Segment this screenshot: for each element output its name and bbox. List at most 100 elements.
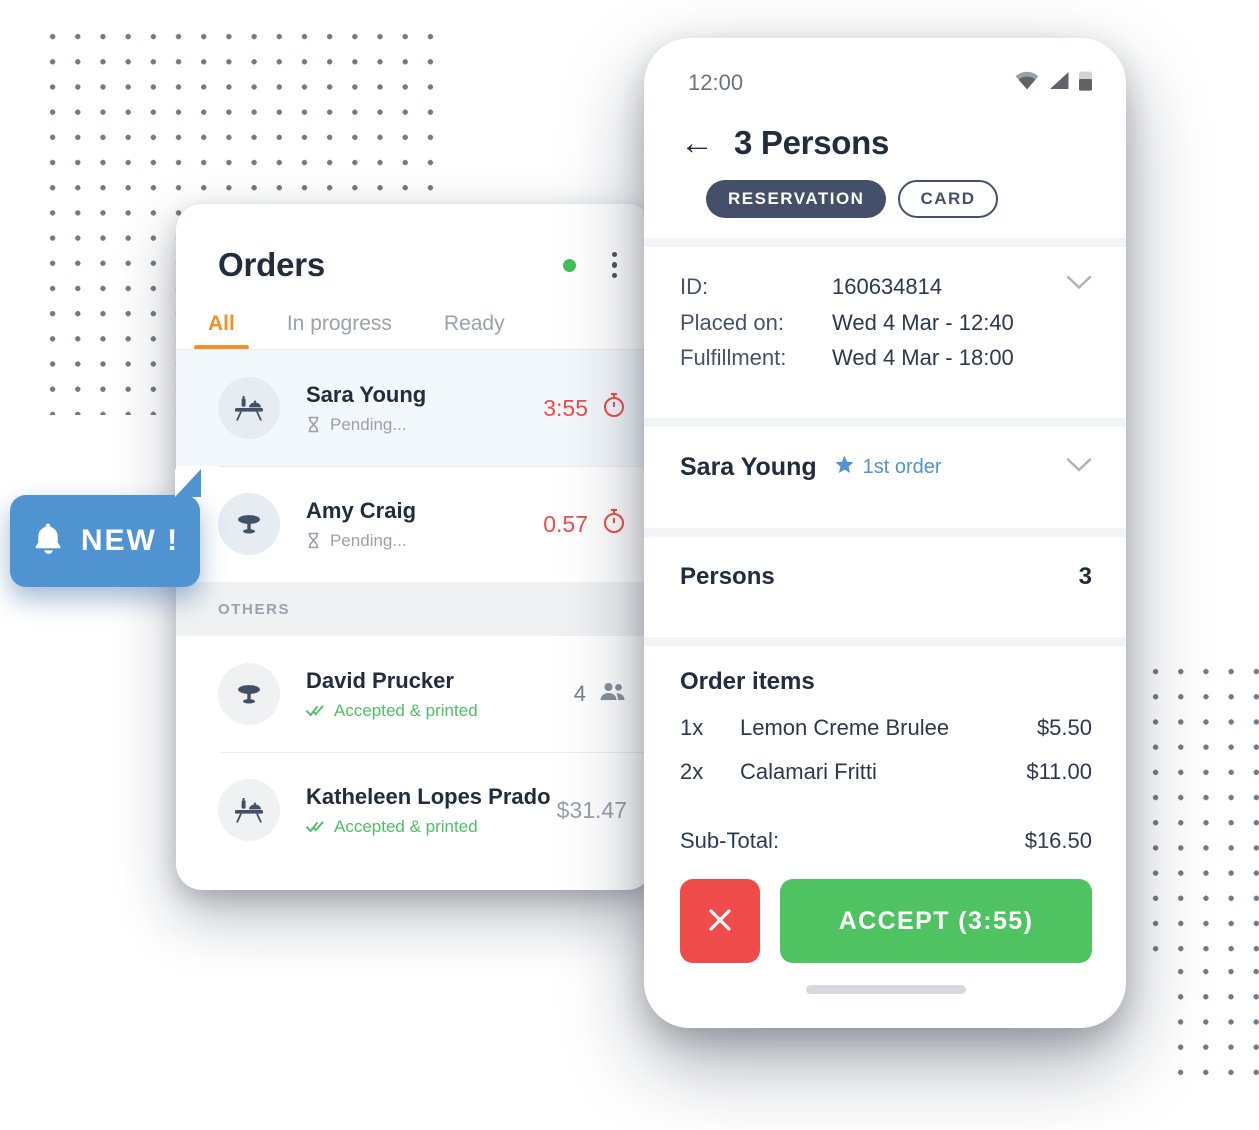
orders-card-header: Orders [176, 204, 653, 284]
item-quantity: 1x [680, 714, 704, 740]
persons-label: Persons [680, 562, 775, 590]
tab-ready[interactable]: Ready [444, 312, 505, 350]
section-divider [644, 527, 1126, 537]
table-row[interactable]: Sara Young Pending... 3:55 [176, 350, 653, 466]
detail-row-placed-on: Placed on: Wed 4 Mar - 12:40 [680, 305, 1092, 341]
first-order-text: 1st order [862, 455, 942, 478]
phone-mockup: 12:00 ← 3 Persons RESERVATION CARD ID: 1… [644, 38, 1126, 1028]
phone-body: ID: 160634814 Placed on: Wed 4 Mar - 12:… [644, 247, 1126, 398]
order-status-text: Accepted & printed [334, 816, 478, 836]
order-status: Accepted & printed [306, 817, 557, 837]
order-item: 1x Lemon Creme Brulee $5.50 [680, 706, 1092, 750]
customer-name: Amy Craig [306, 497, 417, 523]
kebab-menu-icon[interactable] [606, 248, 624, 283]
customer-section: Sara Young 1st order [644, 427, 1126, 508]
persons-value: 3 [1078, 562, 1092, 590]
row-info: Katheleen Lopes Prado Accepted & printed [306, 784, 557, 837]
chevron-down-icon[interactable] [1066, 273, 1092, 296]
item-quantity: 2x [680, 758, 704, 784]
table-row[interactable]: Amy Craig Pending... 0.57 [176, 466, 653, 582]
bell-icon [31, 521, 65, 562]
customer-name: David Prucker [306, 667, 454, 693]
row-info: Sara Young Pending... [306, 382, 543, 435]
order-tags: RESERVATION CARD [706, 180, 1092, 218]
status-bar-clock: 12:00 [688, 70, 744, 95]
decorative-dot-grid-bottom-right [1139, 655, 1259, 955]
row-meta: 0.57 [543, 508, 627, 540]
accept-button[interactable]: ACCEPT (3:55) [780, 879, 1092, 963]
status-bar-icons [1015, 70, 1092, 96]
home-indicator [806, 985, 966, 994]
guest-count: 4 [573, 681, 586, 706]
table-row[interactable]: David Prucker Accepted & printed 4 [176, 636, 653, 752]
order-status-text: Pending... [330, 530, 407, 550]
battery-icon [1079, 70, 1092, 96]
back-arrow-icon[interactable]: ← [680, 126, 714, 160]
order-status: Accepted & printed [306, 701, 574, 721]
badge-tail [175, 469, 201, 497]
page-title: Orders [218, 246, 326, 283]
section-header-others: OTHERS [176, 582, 653, 636]
tab-in-progress[interactable]: In progress [287, 312, 392, 350]
customer-name: Sara Young [680, 452, 817, 481]
customer-block[interactable]: Sara Young 1st order [680, 427, 1092, 508]
order-status-text: Accepted & printed [334, 700, 478, 720]
customer-name: Sara Young [306, 381, 427, 407]
row-info: Amy Craig Pending... [306, 498, 543, 551]
orders-card: Orders All In progress Ready Sara Young … [176, 204, 653, 890]
status-badge-card[interactable]: CARD [898, 180, 998, 218]
tab-all[interactable]: All [194, 312, 249, 350]
detail-label: Placed on: [680, 309, 784, 335]
hourglass-icon [306, 532, 321, 549]
customer-row: Sara Young 1st order [680, 453, 1092, 482]
detail-label: Fulfillment: [680, 345, 787, 371]
new-order-badge[interactable]: NEW ! [10, 469, 201, 587]
dining-table-icon [218, 779, 280, 841]
detail-value: Wed 4 Mar - 12:40 [832, 309, 1014, 335]
row-meta: 3:55 [543, 392, 627, 424]
new-badge-label: NEW ! [80, 524, 180, 557]
detail-value: Wed 4 Mar - 18:00 [832, 345, 1014, 371]
cancel-button[interactable] [680, 879, 760, 963]
order-title: 3 Persons [734, 124, 890, 161]
phone-action-bar: ACCEPT (3:55) [644, 845, 1126, 1028]
round-table-icon [218, 663, 280, 725]
first-order-badge: 1st order [835, 455, 942, 480]
detail-row-id: ID: 160634814 [680, 269, 1092, 305]
order-amount: $31.47 [556, 796, 627, 823]
orders-tabs: All In progress Ready [176, 312, 653, 350]
canvas: Orders All In progress Ready Sara Young … [0, 0, 1259, 1130]
double-check-icon [306, 704, 325, 717]
round-table-icon [218, 493, 280, 555]
item-name: Lemon Creme Brulee [740, 714, 950, 740]
detail-row-fulfillment: Fulfillment: Wed 4 Mar - 18:00 [680, 340, 1092, 376]
double-check-icon [306, 820, 325, 833]
order-status-text: Pending... [330, 414, 407, 434]
phone-status-bar: 12:00 [644, 38, 1126, 96]
chevron-down-icon[interactable] [1066, 456, 1092, 479]
persons-row: Persons 3 [680, 537, 1092, 617]
detail-value: 160634814 [832, 274, 943, 299]
order-details-block[interactable]: ID: 160634814 Placed on: Wed 4 Mar - 12:… [680, 247, 1092, 398]
order-title-row: ← 3 Persons [680, 124, 1092, 162]
customer-name: Katheleen Lopes Prado [306, 783, 551, 809]
action-buttons: ACCEPT (3:55) [680, 879, 1092, 963]
close-x-icon [705, 905, 735, 938]
row-meta: $31.47 [557, 797, 627, 824]
item-name: Calamari Fritti [740, 758, 877, 784]
online-status-dot [562, 258, 576, 272]
hourglass-icon [306, 416, 321, 433]
dining-table-icon [218, 377, 280, 439]
stopwatch-icon [601, 508, 627, 540]
row-info: David Prucker Accepted & printed [306, 668, 574, 721]
orders-list: Sara Young Pending... 3:55 Amy Craig Pen… [176, 350, 653, 868]
countdown-timer: 3:55 [543, 394, 588, 421]
row-meta: 4 [574, 681, 627, 708]
phone-header: ← 3 Persons RESERVATION CARD [644, 96, 1126, 218]
section-divider [644, 417, 1126, 427]
decorative-dot-grid-bottom-right-lower [1164, 955, 1259, 1075]
status-badge-reservation[interactable]: RESERVATION [706, 180, 887, 218]
table-row[interactable]: Katheleen Lopes Prado Accepted & printed… [176, 752, 653, 868]
item-price: $5.50 [1036, 714, 1092, 740]
star-icon [835, 455, 854, 480]
